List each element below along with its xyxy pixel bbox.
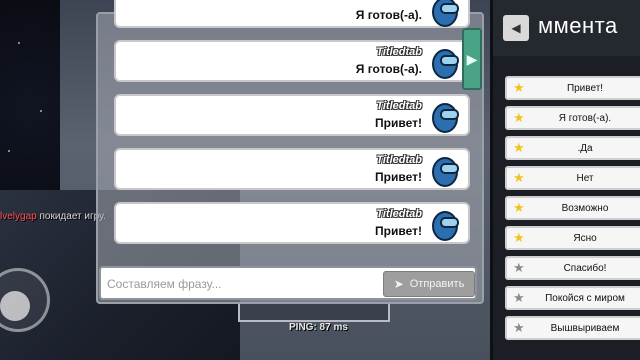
quick-phrase-label: Покойся с миром xyxy=(545,293,625,304)
chat-sender-name: Titledtab xyxy=(376,46,422,58)
quick-phrase-label: Привет! xyxy=(566,83,604,94)
send-arrow-icon: ➤ xyxy=(393,277,404,291)
quick-phrase-item[interactable]: ★ Покойся с миром xyxy=(505,286,640,310)
favorite-star-icon[interactable]: ★ xyxy=(513,141,525,155)
favorite-star-icon[interactable]: ★ xyxy=(513,201,525,215)
chat-input-bar: ➤ Отправить xyxy=(99,266,477,300)
quick-phrase-item[interactable]: ★ Возможно xyxy=(505,196,640,220)
chat-collapse-button[interactable]: ▶ xyxy=(462,28,482,90)
quick-phrase-label: Спасибо! xyxy=(563,263,607,274)
back-button[interactable]: ◀ xyxy=(503,15,529,41)
chat-message: Titledtab Привет! xyxy=(114,148,470,190)
quick-phrase-item[interactable]: ★ Вышвыриваем xyxy=(505,316,640,340)
joystick-knob[interactable] xyxy=(0,291,30,321)
quick-phrase-label: Ясно xyxy=(573,233,597,244)
star-decoration xyxy=(18,42,20,44)
chat-message-text: Я готов(-а). xyxy=(355,8,422,22)
chat-sender-name: Titledtab xyxy=(376,100,422,112)
quick-phrase-item[interactable]: ★ Я готов(-а). xyxy=(505,106,640,130)
chevron-right-icon: ▶ xyxy=(466,51,478,67)
quick-phrase-item[interactable]: ★ Привет! xyxy=(505,76,640,100)
star-icon[interactable]: ★ xyxy=(513,261,525,275)
quick-phrase-item[interactable]: ★ .Да xyxy=(505,136,640,160)
crewmate-avatar-icon xyxy=(432,0,459,27)
chat-sender-name: Titledtab xyxy=(376,208,422,220)
chat-input[interactable] xyxy=(107,275,377,293)
star-icon[interactable]: ★ xyxy=(513,321,525,335)
chat-message-text: Я готов(-а). xyxy=(355,62,422,76)
ping-panel xyxy=(238,302,390,322)
quick-phrase-label: Нет xyxy=(576,173,594,184)
chat-sender-name: Titledtab xyxy=(376,154,422,166)
quick-phrase-item[interactable]: ★ Нет xyxy=(505,166,640,190)
quick-phrase-label: Возможно xyxy=(561,203,609,214)
chat-message: Я готов(-а). xyxy=(114,0,470,28)
crewmate-avatar-icon xyxy=(432,103,459,133)
chat-message-text: Привет! xyxy=(375,170,422,184)
star-icon[interactable]: ★ xyxy=(513,291,525,305)
chat-message-text: Привет! xyxy=(375,224,422,238)
quick-phrase-label: Вышвыриваем xyxy=(550,323,620,334)
star-decoration xyxy=(8,150,10,152)
sidebar-title: ммента xyxy=(538,13,618,38)
chat-message: Titledtab Я готов(-а). xyxy=(114,40,470,82)
favorite-star-icon[interactable]: ★ xyxy=(513,111,525,125)
quick-phrase-label: Я готов(-а). xyxy=(558,113,612,124)
disconnect-player-name: lvelygap xyxy=(0,211,37,222)
send-button[interactable]: ➤ Отправить xyxy=(383,271,475,297)
quick-phrase-item[interactable]: ★ Спасибо! xyxy=(505,256,640,280)
quick-chat-sidebar: ◀ ммента ★ Привет! ★ Я готов(-а). ★ .Да … xyxy=(490,0,640,360)
favorite-star-icon[interactable]: ★ xyxy=(513,171,525,185)
crewmate-avatar-icon xyxy=(432,49,459,79)
chat-message-text: Привет! xyxy=(375,116,422,130)
quick-phrase-label: .Да xyxy=(577,143,593,154)
back-arrow-icon: ◀ xyxy=(511,21,521,35)
send-button-label: Отправить xyxy=(409,278,465,290)
star-decoration xyxy=(40,110,42,112)
crewmate-avatar-icon xyxy=(432,211,459,241)
sidebar-header: ◀ ммента xyxy=(493,0,640,56)
chat-message: Titledtab Привет! xyxy=(114,202,470,244)
ping-readout: PING: 87 ms xyxy=(289,322,348,333)
quick-phrase-item[interactable]: ★ Ясно xyxy=(505,226,640,250)
chat-message: Titledtab Привет! xyxy=(114,94,470,136)
disconnect-notice: lvelygap покидает игру. xyxy=(0,211,106,222)
crewmate-avatar-icon xyxy=(432,157,459,187)
favorite-star-icon[interactable]: ★ xyxy=(513,81,525,95)
favorite-star-icon[interactable]: ★ xyxy=(513,231,525,245)
